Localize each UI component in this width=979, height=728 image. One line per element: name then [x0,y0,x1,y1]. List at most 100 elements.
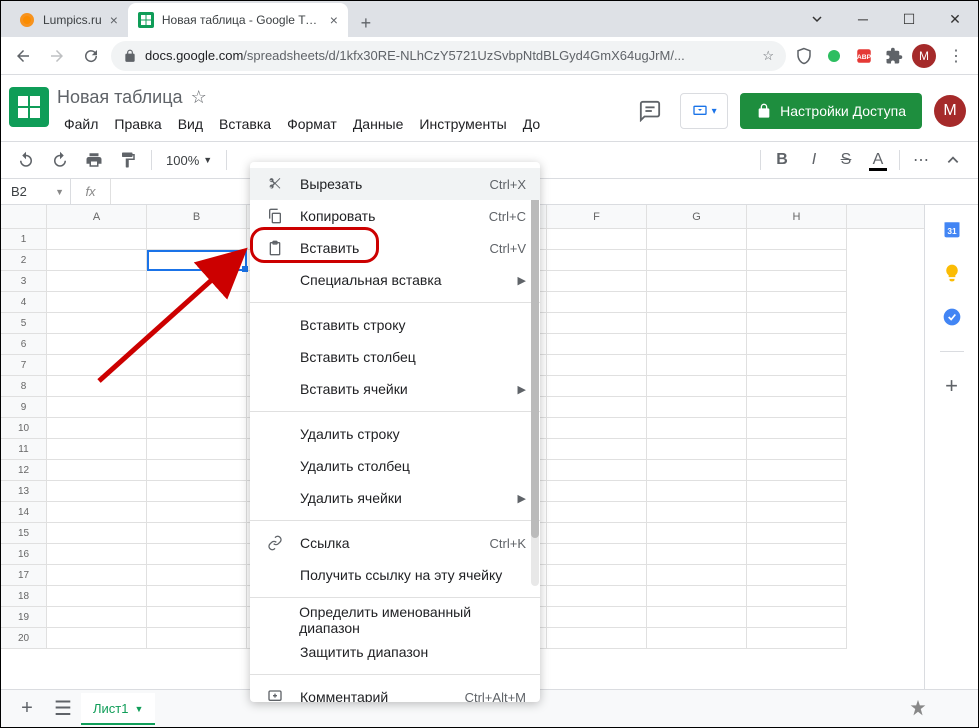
row-header[interactable]: 10 [1,418,46,439]
cell[interactable] [747,544,847,565]
cell[interactable] [47,460,147,481]
cell[interactable] [647,250,747,271]
cell[interactable] [647,607,747,628]
cell[interactable] [547,502,647,523]
cell[interactable] [547,628,647,649]
name-box[interactable]: B2▼ [1,179,71,204]
cell[interactable] [147,397,247,418]
row-header[interactable]: 17 [1,565,46,586]
ctx-item[interactable]: Удалить строку [250,418,540,450]
row-header[interactable]: 5 [1,313,46,334]
window-maximize-button[interactable]: ☐ [886,1,932,37]
cell[interactable] [147,502,247,523]
cell[interactable] [147,523,247,544]
cell[interactable] [547,250,647,271]
row-header[interactable]: 16 [1,544,46,565]
row-header[interactable]: 6 [1,334,46,355]
cell[interactable] [647,355,747,376]
sheet-tab[interactable]: Лист1▼ [81,693,155,725]
cell[interactable] [647,628,747,649]
ctx-item[interactable]: Специальная вставка▶ [250,264,540,296]
ctx-item[interactable]: Вставить столбец [250,341,540,373]
extensions-puzzle-icon[interactable] [882,44,906,68]
menu-tools[interactable]: Инструменты [412,112,513,136]
ctx-item[interactable]: СсылкаCtrl+K [250,527,540,559]
cell[interactable] [747,334,847,355]
cell[interactable] [647,334,747,355]
cell[interactable] [547,607,647,628]
extension-shield-icon[interactable] [792,44,816,68]
select-all-cell[interactable] [1,205,47,228]
row-header[interactable]: 7 [1,355,46,376]
cell[interactable] [747,439,847,460]
get-addons-icon[interactable]: + [942,376,962,396]
zoom-dropdown[interactable]: 100%▼ [160,153,218,168]
browser-tab-lumpics[interactable]: Lumpics.ru × [9,3,128,37]
cell[interactable] [147,460,247,481]
bookmark-star-icon[interactable]: ☆ [762,48,774,64]
cell[interactable] [747,376,847,397]
cell[interactable] [647,586,747,607]
tab-close-icon[interactable]: × [110,12,118,28]
cell[interactable] [547,523,647,544]
reload-button[interactable] [77,42,105,70]
ctx-item[interactable]: КопироватьCtrl+C [250,200,540,232]
italic-button[interactable]: I [799,145,829,175]
new-tab-button[interactable]: + [352,9,380,37]
row-header[interactable]: 9 [1,397,46,418]
keep-addon-icon[interactable] [942,263,962,283]
menu-view[interactable]: Вид [171,112,210,136]
cell[interactable] [147,418,247,439]
menu-data[interactable]: Данные [346,112,411,136]
cell[interactable] [47,397,147,418]
cell[interactable] [647,376,747,397]
star-icon[interactable]: ☆ [191,87,207,108]
ctx-item[interactable]: Получить ссылку на эту ячейку [250,559,540,591]
cell[interactable] [747,523,847,544]
cell[interactable] [647,418,747,439]
add-sheet-button[interactable]: + [9,691,45,727]
cell[interactable] [47,586,147,607]
forward-button[interactable] [43,42,71,70]
document-title[interactable]: Новая таблица [57,87,183,108]
cell[interactable] [747,355,847,376]
url-field[interactable]: docs.google.com/spreadsheets/d/1kfx30RE-… [111,41,786,71]
profile-avatar[interactable]: М [912,44,936,68]
cell[interactable] [47,502,147,523]
cell[interactable] [747,418,847,439]
bold-button[interactable]: B [767,145,797,175]
row-header[interactable]: 4 [1,292,46,313]
cell[interactable] [547,565,647,586]
cell[interactable] [147,565,247,586]
cell[interactable] [47,439,147,460]
present-button[interactable]: ▾ [680,93,728,129]
col-header[interactable]: H [747,205,847,228]
cell[interactable] [47,418,147,439]
cell[interactable] [547,355,647,376]
row-header[interactable]: 12 [1,460,46,481]
ctx-item[interactable]: ВырезатьCtrl+X [250,168,540,200]
undo-button[interactable] [11,145,41,175]
cell[interactable] [547,481,647,502]
cell[interactable] [747,313,847,334]
cell[interactable] [547,229,647,250]
menu-edit[interactable]: Правка [107,112,168,136]
extension-adblock-icon[interactable]: ABP [852,44,876,68]
text-color-button[interactable]: A [863,145,893,175]
ctx-item[interactable]: Определить именованный диапазон [250,604,540,636]
row-header[interactable]: 2 [1,250,46,271]
cell[interactable] [547,334,647,355]
comments-button[interactable] [632,93,668,129]
cell[interactable] [747,565,847,586]
row-header[interactable]: 3 [1,271,46,292]
cell[interactable] [647,502,747,523]
cell[interactable] [147,544,247,565]
cell[interactable] [747,628,847,649]
menu-file[interactable]: Файл [57,112,105,136]
cell[interactable] [547,418,647,439]
menu-addons[interactable]: До [516,112,547,136]
cell[interactable] [47,565,147,586]
ctx-item[interactable]: Вставить ячейки▶ [250,373,540,405]
cell[interactable] [147,439,247,460]
cell[interactable] [147,607,247,628]
